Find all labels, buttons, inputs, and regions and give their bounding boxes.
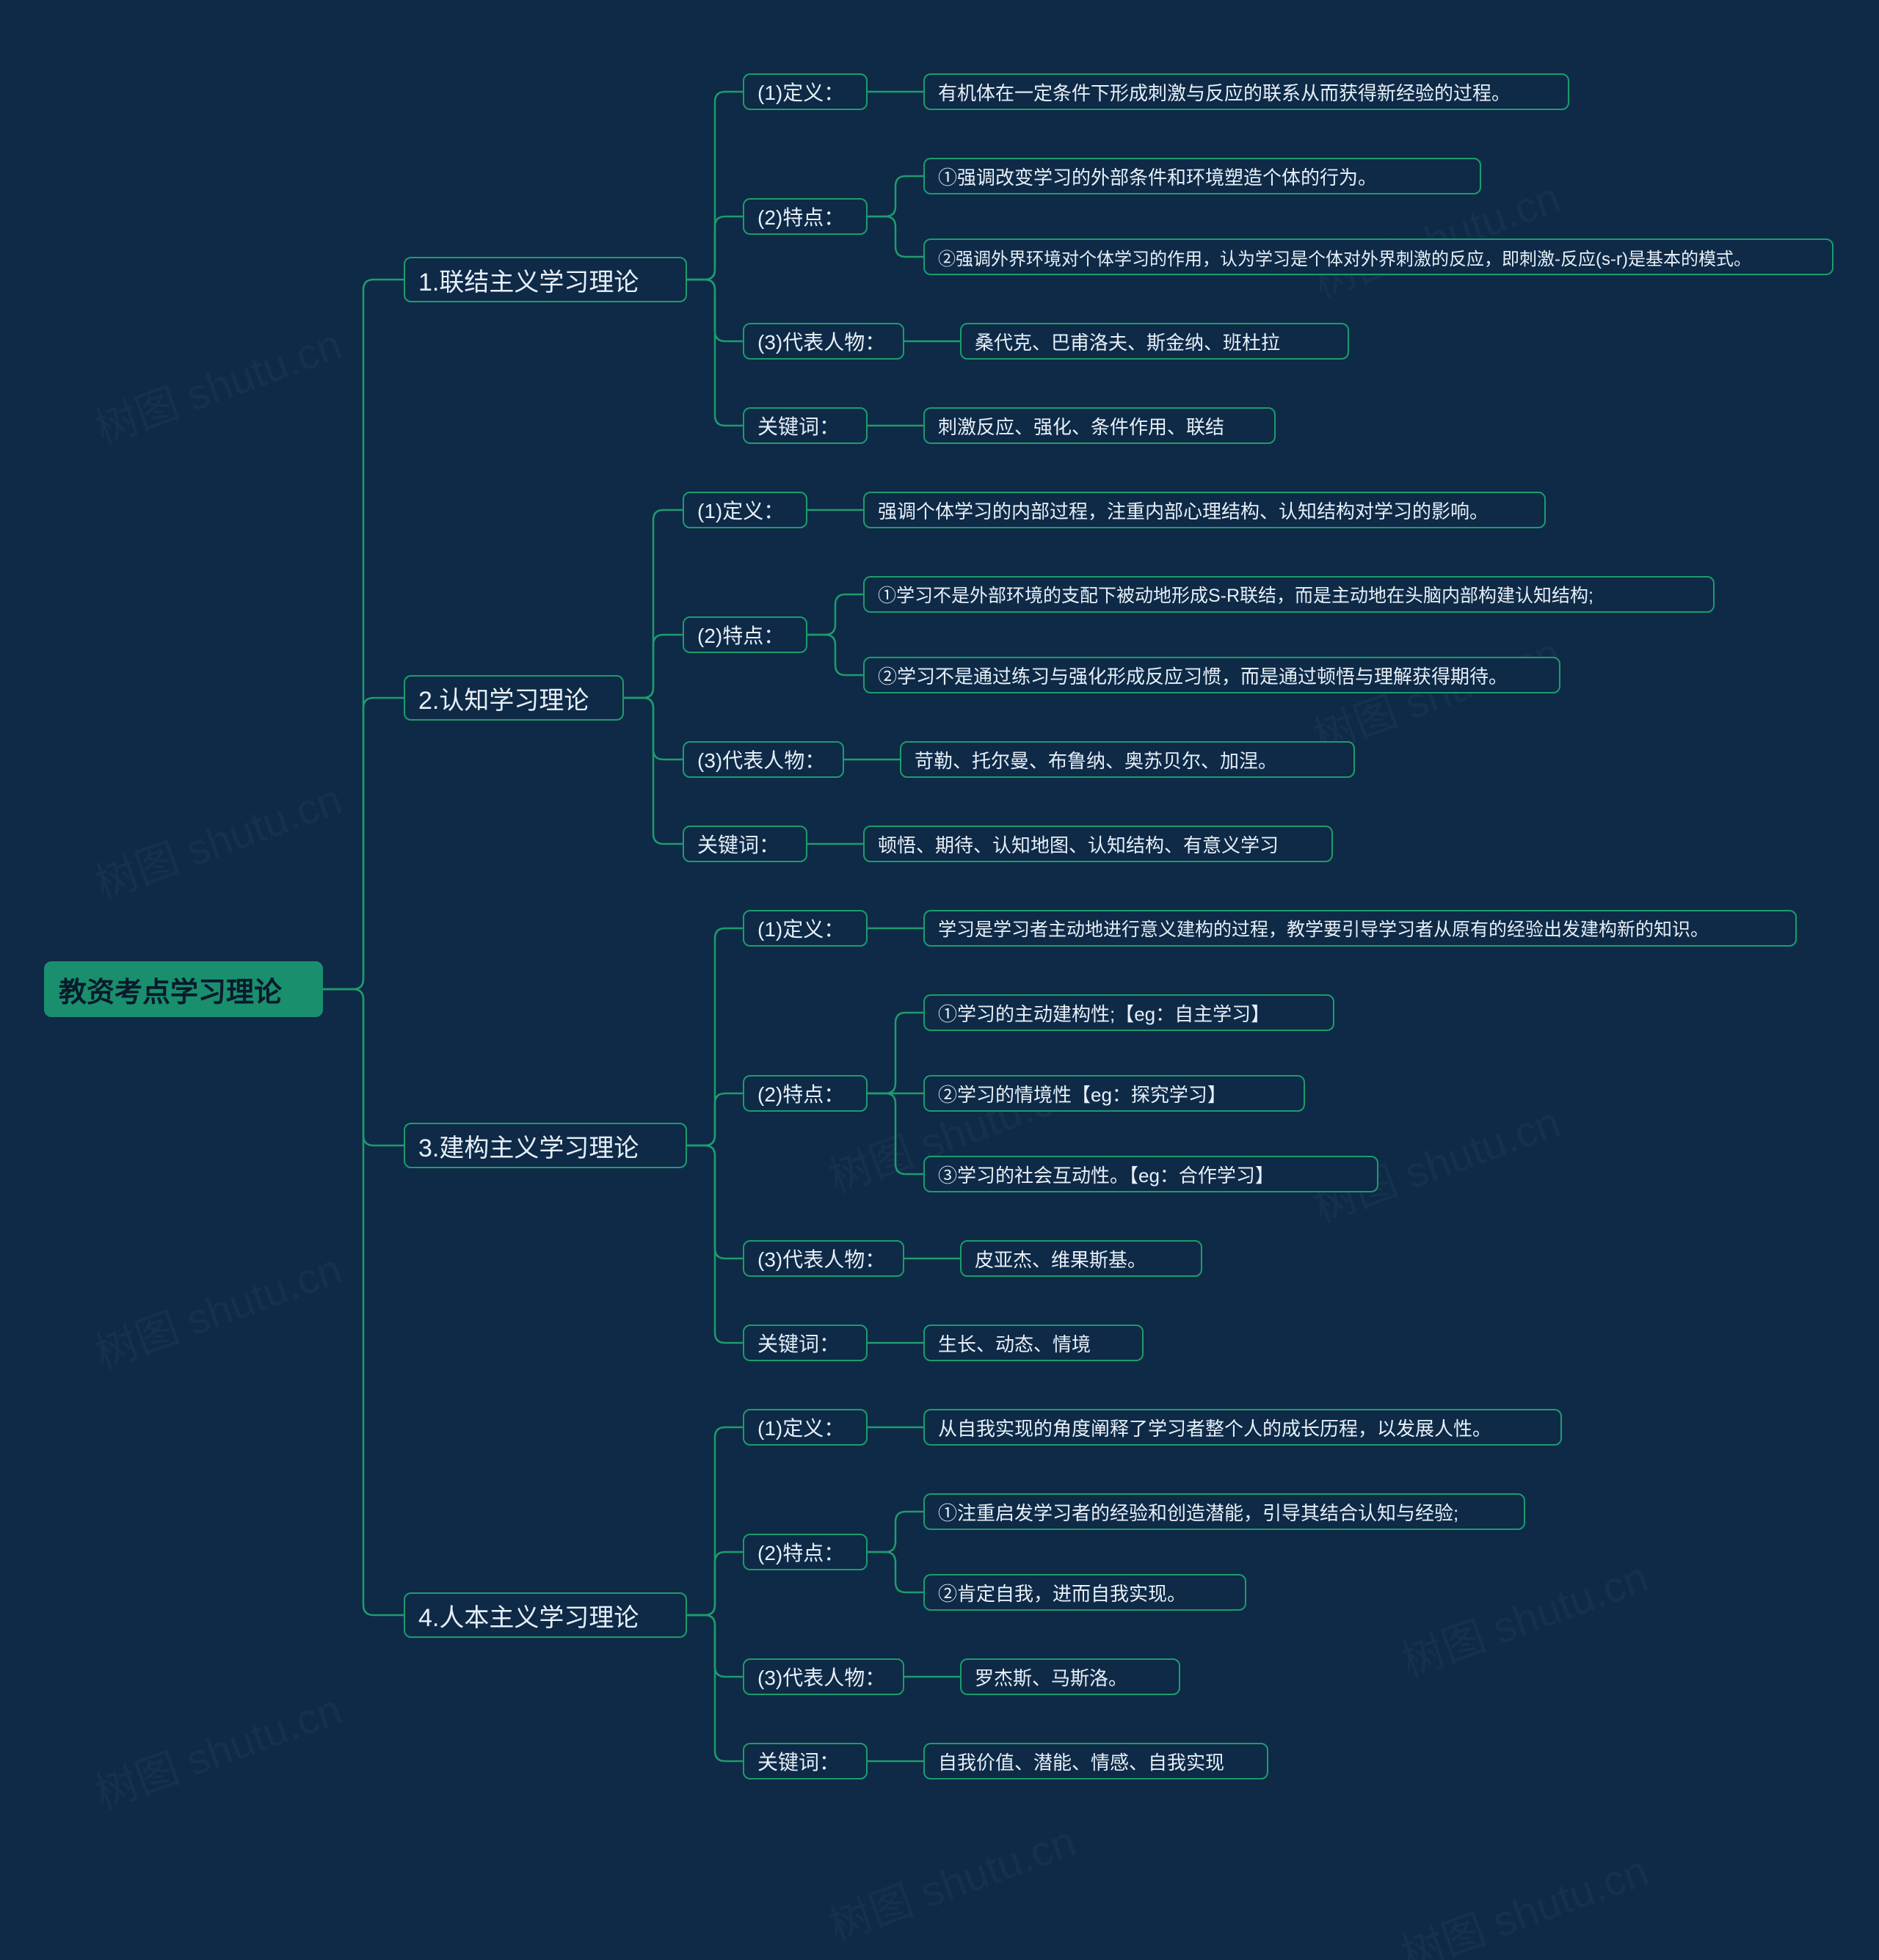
leaf-node[interactable]: ①强调改变学习的外部条件和环境塑造个体的行为。 <box>923 158 1481 194</box>
sub-node[interactable]: (3)代表人物： <box>743 1240 904 1277</box>
leaf-node[interactable]: 自我价值、潜能、情感、自我实现 <box>923 1743 1268 1779</box>
sub-node[interactable]: (2)特点： <box>743 198 868 235</box>
leaf-node[interactable]: 刺激反应、强化、条件作用、联结 <box>923 407 1276 444</box>
watermark: 树图 shutu.cn <box>85 765 349 911</box>
sub-node[interactable]: (3)代表人物： <box>683 741 844 778</box>
root-node[interactable]: 教资考点学习理论 <box>44 961 323 1017</box>
leaf-node[interactable]: 有机体在一定条件下形成刺激与反应的联系从而获得新经验的过程。 <box>923 73 1569 110</box>
watermark: 树图 shutu.cn <box>85 1675 349 1821</box>
sub-node[interactable]: (3)代表人物： <box>743 1658 904 1695</box>
sub-node[interactable]: (1)定义： <box>743 910 868 947</box>
branch-node[interactable]: 1.联结主义学习理论 <box>404 257 687 302</box>
branch-node[interactable]: 3.建构主义学习理论 <box>404 1123 687 1168</box>
watermark: 树图 shutu.cn <box>1392 1836 1655 1960</box>
leaf-node[interactable]: 从自我实现的角度阐释了学习者整个人的成长历程，以发展人性。 <box>923 1409 1562 1446</box>
sub-node[interactable]: (1)定义： <box>683 492 807 528</box>
leaf-node[interactable]: 学习是学习者主动地进行意义建构的过程，教学要引导学习者从原有的经验出发建构新的知… <box>923 910 1797 947</box>
sub-node[interactable]: (1)定义： <box>743 1409 868 1446</box>
branch-node[interactable]: 2.认知学习理论 <box>404 675 624 721</box>
watermark: 树图 shutu.cn <box>819 1807 1083 1953</box>
leaf-node[interactable]: ①学习不是外部环境的支配下被动地形成S-R联结，而是主动地在头脑内部构建认知结构… <box>863 576 1715 613</box>
mindmap-canvas: 树图 shutu.cn 树图 shutu.cn 树图 shutu.cn 树图 s… <box>0 0 1879 1960</box>
sub-node[interactable]: (2)特点： <box>743 1075 868 1112</box>
leaf-node[interactable]: 强调个体学习的内部过程，注重内部心理结构、认知结构对学习的影响。 <box>863 492 1546 528</box>
sub-node[interactable]: (3)代表人物： <box>743 323 904 360</box>
sub-node[interactable]: 关键词： <box>743 407 868 444</box>
sub-node[interactable]: 关键词： <box>683 826 807 862</box>
leaf-node[interactable]: 桑代克、巴甫洛夫、斯金纳、班杜拉 <box>960 323 1349 360</box>
branch-node[interactable]: 4.人本主义学习理论 <box>404 1592 687 1638</box>
watermark: 树图 shutu.cn <box>85 1234 349 1380</box>
leaf-node[interactable]: ①学习的主动建构性;【eg：自主学习】 <box>923 994 1334 1031</box>
leaf-node[interactable]: ③学习的社会互动性。【eg：合作学习】 <box>923 1156 1378 1192</box>
leaf-node[interactable]: ①注重启发学习者的经验和创造潜能，引导其结合认知与经验; <box>923 1493 1525 1530</box>
leaf-node[interactable]: 顿悟、期待、认知地图、认知结构、有意义学习 <box>863 826 1333 862</box>
leaf-node[interactable]: 罗杰斯、马斯洛。 <box>960 1658 1180 1695</box>
leaf-node[interactable]: ②学习不是通过练习与强化形成反应习惯，而是通过顿悟与理解获得期待。 <box>863 657 1560 693</box>
leaf-node[interactable]: 苛勒、托尔曼、布鲁纳、奥苏贝尔、加涅。 <box>900 741 1355 778</box>
leaf-node[interactable]: ②学习的情境性【eg：探究学习】 <box>923 1075 1305 1112</box>
sub-node[interactable]: (2)特点： <box>683 616 807 653</box>
watermark: 树图 shutu.cn <box>1392 1542 1655 1688</box>
leaf-node[interactable]: ②肯定自我，进而自我实现。 <box>923 1574 1246 1611</box>
leaf-node[interactable]: ②强调外界环境对个体学习的作用，认为学习是个体对外界刺激的反应，即刺激-反应(s… <box>923 238 1833 275</box>
watermark: 树图 shutu.cn <box>85 310 349 456</box>
sub-node[interactable]: 关键词： <box>743 1743 868 1779</box>
sub-node[interactable]: 关键词： <box>743 1325 868 1361</box>
sub-node[interactable]: (2)特点： <box>743 1534 868 1570</box>
leaf-node[interactable]: 皮亚杰、维果斯基。 <box>960 1240 1202 1277</box>
leaf-node[interactable]: 生长、动态、情境 <box>923 1325 1144 1361</box>
sub-node[interactable]: (1)定义： <box>743 73 868 110</box>
